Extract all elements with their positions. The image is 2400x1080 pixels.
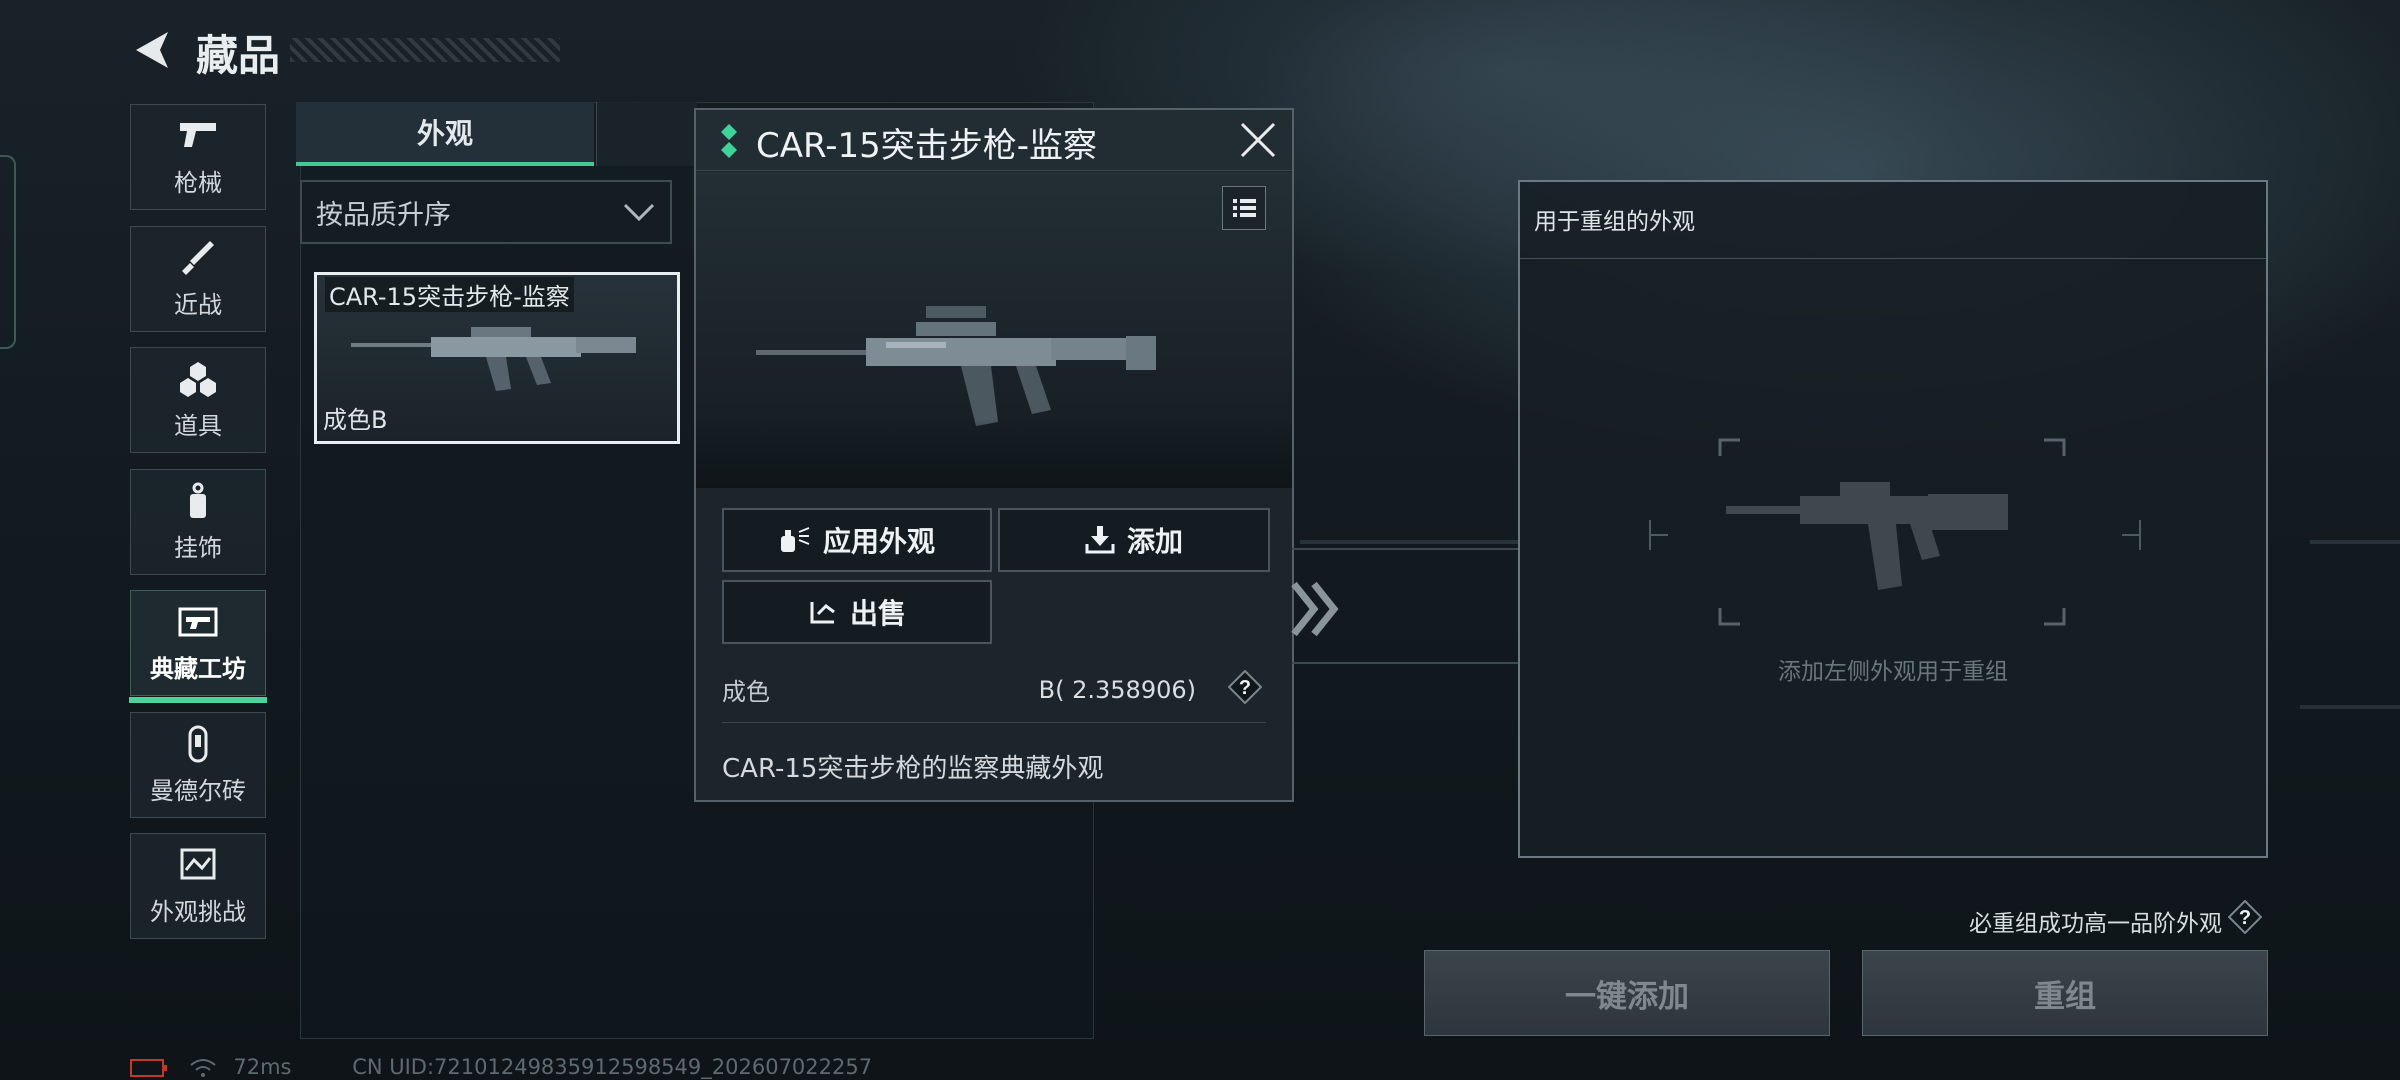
nav-label: 外观挑战: [150, 897, 246, 926]
spray-icon: [780, 527, 810, 552]
workshop-icon: [178, 607, 218, 636]
close-icon[interactable]: [1238, 120, 1278, 160]
recombine-panel: 用于重组的外观 添加左侧外观用于重组: [1518, 180, 2268, 858]
back-arrow-icon[interactable]: [130, 28, 174, 72]
rarity-icon: [721, 124, 737, 158]
charm-icon: [190, 482, 206, 518]
skin-detail-popup: CAR-15突击步枪-监察 应用外观 添加 出售 成色 B(2.358906)…: [694, 108, 1294, 802]
nav-item-items[interactable]: 道具: [130, 347, 266, 453]
skin-preview: [696, 172, 1292, 488]
recombine-slot[interactable]: [1700, 436, 2084, 628]
nav-item-guns[interactable]: 枪械: [130, 104, 266, 210]
uid-text: CN UID:7210124983591259854​9_20260702225…: [352, 1055, 873, 1079]
skin-card-quality: 成色B: [323, 406, 388, 434]
add-all-button[interactable]: 一键添加: [1424, 950, 1830, 1036]
tab-secondary[interactable]: [596, 102, 697, 166]
download-icon: [1085, 526, 1115, 554]
mandel-brick-icon: [188, 725, 208, 762]
list-icon: [1233, 199, 1256, 217]
sort-label: 按品质升序: [316, 199, 451, 231]
page-title: 藏品: [196, 31, 281, 80]
sell-icon: [810, 602, 835, 624]
wear-label: 成色: [722, 678, 770, 706]
nav-item-mandel-brick[interactable]: 曼德尔砖: [130, 712, 266, 818]
bracket-left-icon: [1649, 520, 1668, 550]
double-chevron-right-icon: [1291, 581, 1339, 637]
rifle-preview: [756, 306, 1156, 426]
nav-item-workshop[interactable]: 典藏工坊: [129, 590, 267, 703]
details-list-button[interactable]: [1222, 186, 1266, 230]
nav-label: 枪械: [174, 168, 222, 197]
apply-skin-label: 应用外观: [822, 525, 935, 558]
wifi-icon: [190, 1059, 216, 1077]
status-bar: 72ms CN UID:7210124983591259854​9_202607…: [130, 1055, 872, 1079]
recombine-button[interactable]: 重组: [1862, 950, 2268, 1036]
tab-appearance[interactable]: 外观: [296, 102, 594, 166]
battery-icon: [130, 1059, 167, 1077]
pistol-icon: [180, 122, 216, 147]
skin-card-name: CAR-15突击步枪-监察: [325, 277, 574, 312]
popup-header: CAR-15突击步枪-监察: [696, 110, 1292, 171]
nav-label: 近战: [174, 290, 222, 319]
divider: [722, 722, 1266, 723]
add-label: 添加: [1126, 525, 1183, 558]
knife-icon: [182, 240, 214, 275]
challenge-icon: [180, 848, 216, 879]
nav-label: 典藏工坊: [150, 654, 246, 683]
chevron-down-icon: [623, 203, 655, 222]
popup-title: CAR-15突击步枪-监察: [756, 126, 1098, 166]
recombine-note: 必重组成功高一品阶外观: [1969, 911, 2222, 937]
nav-label: 挂饰: [174, 533, 222, 562]
nav-item-charms[interactable]: 挂饰: [130, 469, 266, 575]
background-streak: [2310, 540, 2400, 544]
sell-button[interactable]: 出售: [722, 580, 992, 644]
apply-skin-button[interactable]: 应用外观: [722, 508, 992, 572]
svg-text:?: ?: [1239, 677, 1251, 699]
sort-dropdown[interactable]: 按品质升序: [300, 180, 672, 244]
sell-label: 出售: [849, 597, 906, 630]
svg-text:?: ?: [2239, 907, 2251, 929]
grenades-icon: [180, 361, 216, 397]
recombine-title: 用于重组的外观: [1534, 209, 1695, 235]
recombine-help-button[interactable]: ?: [2227, 899, 2263, 935]
background-streak: [1300, 540, 1520, 544]
nav-item-challenge[interactable]: 外观挑战: [130, 833, 266, 939]
nav-item-melee[interactable]: 近战: [130, 226, 266, 332]
wear-value: B( 2.358906): [1038, 676, 1196, 704]
background-streak: [2300, 705, 2400, 709]
header-decoration: [290, 38, 560, 62]
bracket-right-icon: [2122, 520, 2141, 550]
ping-value: 72ms: [233, 1055, 292, 1079]
help-icon: ?: [1227, 669, 1263, 705]
help-icon: ?: [2227, 899, 2263, 935]
skin-description: CAR-15突击步枪的监察典藏外观: [722, 754, 1104, 784]
nav-label: 曼德尔砖: [150, 776, 246, 805]
side-handle[interactable]: [0, 155, 16, 349]
add-button[interactable]: 添加: [998, 508, 1270, 572]
nav-label: 道具: [174, 411, 222, 440]
divider: [1520, 258, 2266, 259]
recombine-hint: 添加左侧外观用于重组: [1778, 659, 2008, 685]
rifle-thumbnail: [351, 327, 636, 391]
skin-card[interactable]: CAR-15突击步枪-监察 成色B: [314, 272, 680, 444]
wear-help-button[interactable]: ?: [1227, 669, 1263, 705]
